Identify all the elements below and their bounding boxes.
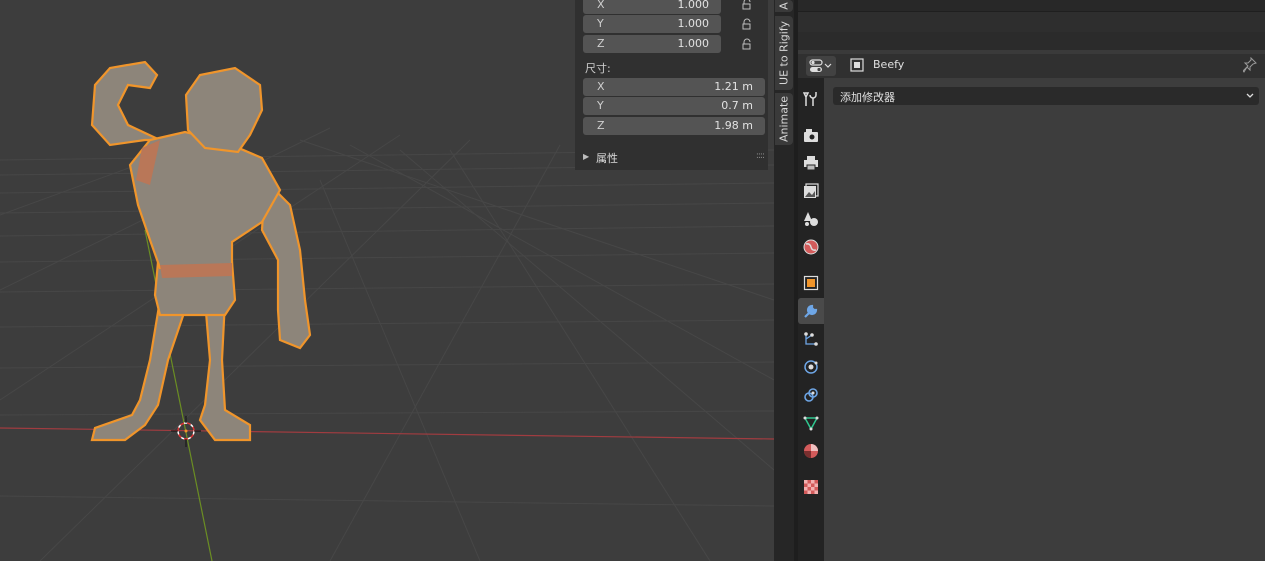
dimension-z-value: 1.98 m bbox=[714, 119, 753, 132]
chevron-down-icon bbox=[1246, 93, 1254, 98]
output-tab[interactable] bbox=[798, 150, 824, 176]
tab-animate-label: Animate bbox=[777, 95, 791, 143]
cone-sphere-icon bbox=[804, 212, 818, 226]
object-tab[interactable] bbox=[798, 270, 824, 296]
modifier-tab[interactable] bbox=[798, 298, 824, 324]
scale-y-label: Y bbox=[597, 17, 604, 30]
add-modifier-label: 添加修改器 bbox=[840, 91, 895, 104]
scale-y-field[interactable]: Y 1.000 bbox=[583, 15, 721, 33]
wrench-icon bbox=[804, 304, 818, 318]
particles-tab[interactable] bbox=[798, 326, 824, 352]
object-name: Beefy bbox=[873, 58, 905, 71]
printer-icon bbox=[804, 156, 818, 171]
orbit-icon bbox=[804, 360, 818, 374]
3d-viewport[interactable]: X 1.000 Y 1.000 Z 1.000 尺寸: X 1.21 m Y 0… bbox=[0, 0, 774, 561]
scale-x-label: X bbox=[597, 0, 605, 11]
scale-z-field[interactable]: Z 1.000 bbox=[583, 35, 721, 53]
add-modifier-dropdown[interactable]: 添加修改器 bbox=[833, 87, 1259, 105]
dimension-y-label: Y bbox=[597, 99, 604, 112]
view-layer-tab[interactable] bbox=[798, 178, 824, 204]
tab-a[interactable]: A bbox=[775, 0, 793, 12]
scale-z-value: 1.000 bbox=[677, 37, 710, 50]
tab-ue-to-rigify-label: UE to Rigify bbox=[777, 21, 791, 85]
camera-back-icon bbox=[804, 129, 818, 142]
dimension-z-label: Z bbox=[597, 119, 605, 132]
triangle-mesh-icon bbox=[803, 416, 819, 431]
outliner[interactable] bbox=[798, 0, 1265, 50]
scale-y-value: 1.000 bbox=[677, 17, 710, 30]
dimension-y-value: 0.7 m bbox=[721, 99, 753, 112]
collapse-triangle-icon: ▶ bbox=[583, 152, 590, 161]
scale-z-label: Z bbox=[597, 37, 605, 50]
particles-icon bbox=[804, 332, 818, 346]
toggle-editor-icon bbox=[809, 59, 832, 72]
physics-tab[interactable] bbox=[798, 354, 824, 380]
dimension-z-field[interactable]: Z 1.98 m bbox=[583, 117, 765, 135]
unlock-icon[interactable] bbox=[741, 0, 753, 10]
tool-tab[interactable] bbox=[798, 86, 824, 112]
tab-a-label: A bbox=[777, 2, 791, 10]
checker-icon bbox=[804, 480, 818, 494]
texture-tab[interactable] bbox=[798, 474, 824, 500]
wrench-screwdriver-icon bbox=[803, 92, 817, 106]
3d-cursor bbox=[171, 416, 201, 447]
sidebar-tabs: A UE to Rigify Animate bbox=[774, 0, 794, 561]
unlock-icon[interactable] bbox=[741, 18, 753, 30]
modifier-properties: 添加修改器 bbox=[824, 78, 1265, 561]
dimension-x-label: X bbox=[597, 80, 605, 93]
properties-subpanel-label: 属性 bbox=[596, 152, 618, 165]
editor-type-button[interactable] bbox=[806, 56, 836, 76]
dimensions-label: 尺寸: bbox=[585, 62, 611, 75]
object-icon bbox=[850, 58, 864, 72]
unlock-icon[interactable] bbox=[741, 38, 753, 50]
drag-grip-icon[interactable]: :::: bbox=[756, 151, 765, 161]
constraints-tab[interactable] bbox=[798, 382, 824, 408]
scale-x-value: 1.000 bbox=[677, 0, 710, 11]
tab-animate[interactable]: Animate bbox=[775, 93, 793, 145]
image-stack-icon bbox=[804, 183, 819, 198]
material-tab[interactable] bbox=[798, 438, 824, 464]
dimension-x-value: 1.21 m bbox=[714, 80, 753, 93]
constraint-icon bbox=[804, 388, 818, 402]
sidebar-transform-panel: X 1.000 Y 1.000 Z 1.000 尺寸: X 1.21 m Y 0… bbox=[575, 0, 768, 170]
scale-x-field[interactable]: X 1.000 bbox=[583, 0, 721, 14]
tab-ue-to-rigify[interactable]: UE to Rigify bbox=[775, 16, 793, 90]
material-sphere-icon bbox=[804, 444, 818, 458]
properties-subpanel-header[interactable]: ▶ 属性 :::: bbox=[575, 148, 768, 168]
dimension-x-field[interactable]: X 1.21 m bbox=[583, 78, 765, 96]
character-mesh bbox=[90, 60, 312, 442]
orange-square-icon bbox=[803, 275, 819, 291]
properties-header: Beefy bbox=[798, 54, 1265, 78]
world-tab[interactable] bbox=[798, 234, 824, 260]
pin-icon[interactable] bbox=[1243, 57, 1257, 73]
properties-tabs bbox=[798, 78, 824, 561]
render-tab[interactable] bbox=[798, 122, 824, 148]
scene-tab[interactable] bbox=[798, 206, 824, 232]
dimension-y-field[interactable]: Y 0.7 m bbox=[583, 97, 765, 115]
data-tab[interactable] bbox=[798, 410, 824, 436]
globe-icon bbox=[803, 239, 819, 255]
